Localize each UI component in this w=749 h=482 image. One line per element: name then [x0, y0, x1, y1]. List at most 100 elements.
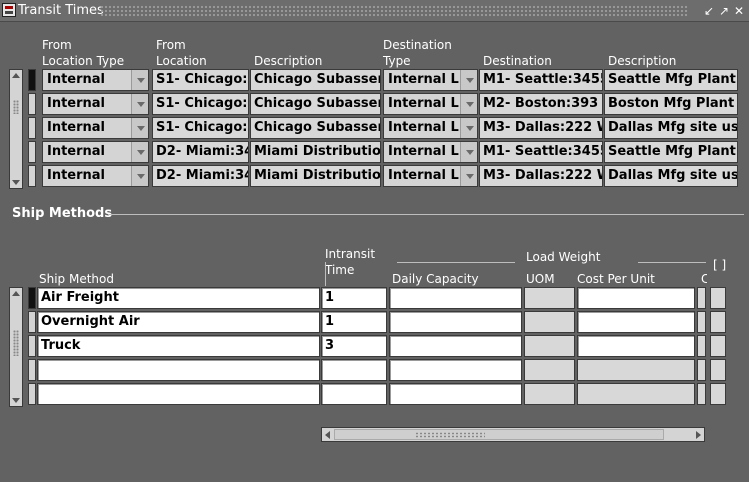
chevron-down-icon[interactable] [460, 166, 477, 186]
ship-method-field[interactable] [37, 359, 320, 381]
chevron-down-icon[interactable] [460, 70, 477, 90]
from-description-field[interactable]: Chicago Subassemb [250, 93, 381, 115]
from-location-field[interactable]: S1- Chicago:45 [152, 117, 249, 139]
row-indicator[interactable] [28, 383, 36, 405]
scroll-grip[interactable] [13, 330, 19, 356]
from-location-field[interactable]: D2- Miami:3456 [152, 141, 249, 163]
uom-field[interactable] [524, 335, 575, 357]
row-indicator[interactable] [28, 141, 36, 163]
cost-per-unit-field[interactable] [577, 311, 695, 333]
destination-type-select[interactable]: Internal L... [383, 117, 478, 139]
destination-field[interactable]: M1- Seattle:3455 10 [479, 141, 603, 163]
intransit-time-field[interactable]: 3 [321, 335, 387, 357]
destination-field[interactable]: M2- Boston:393 Ber [479, 93, 603, 115]
destination-description-field[interactable]: Seattle Mfg Plant 1 u [604, 141, 738, 163]
uom-field[interactable] [524, 311, 575, 333]
cost-per-unit-field[interactable] [577, 287, 695, 309]
daily-capacity-field[interactable] [389, 335, 522, 357]
destination-field[interactable]: M3- Dallas:222 Wes [479, 117, 603, 139]
from-location-field[interactable]: S1- Chicago:45 [152, 69, 249, 91]
from-description-field[interactable]: Miami Distribution C [250, 141, 381, 163]
ship-method-field[interactable]: Overnight Air [37, 311, 320, 333]
row-indicator[interactable] [28, 311, 36, 333]
c-field[interactable] [697, 335, 706, 357]
from-location-field[interactable]: S1- Chicago:45 [152, 93, 249, 115]
row-indicator[interactable] [28, 287, 36, 309]
transit-vertical-scrollbar[interactable] [9, 69, 23, 189]
from-location-field[interactable]: D2- Miami:3456 [152, 165, 249, 187]
destination-type-select[interactable]: Internal L... [383, 93, 478, 115]
chevron-down-icon[interactable] [460, 94, 477, 114]
ship-method-field[interactable] [37, 383, 320, 405]
scroll-down-icon[interactable] [12, 180, 20, 185]
destination-description-field[interactable]: Seattle Mfg Plant 1 u [604, 69, 738, 91]
minimize-icon[interactable]: ↙ [702, 4, 716, 18]
destination-description-field[interactable]: Dallas Mfg site used [604, 117, 738, 139]
scroll-grip[interactable] [13, 100, 19, 114]
scroll-thumb[interactable] [334, 429, 664, 440]
ship-vertical-scrollbar[interactable] [9, 287, 23, 407]
destination-type-select[interactable]: Internal L... [383, 69, 478, 91]
cost-per-unit-field[interactable] [577, 335, 695, 357]
daily-capacity-field[interactable] [389, 359, 522, 381]
ship-method-field[interactable]: Truck [37, 335, 320, 357]
daily-capacity-field[interactable] [389, 287, 522, 309]
chevron-down-icon[interactable] [131, 118, 148, 138]
destination-type-select[interactable]: Internal L... [383, 165, 478, 187]
c-field[interactable] [697, 383, 706, 405]
close-icon[interactable]: ✕ [732, 4, 746, 18]
descriptive-flexfield[interactable] [710, 383, 726, 405]
chevron-down-icon[interactable] [131, 70, 148, 90]
uom-field[interactable] [524, 383, 575, 405]
intransit-time-field[interactable]: 1 [321, 287, 387, 309]
daily-capacity-field[interactable] [389, 383, 522, 405]
descriptive-flexfield[interactable] [710, 287, 726, 309]
destination-field[interactable]: M3- Dallas:222 Wes [479, 165, 603, 187]
row-indicator[interactable] [28, 93, 36, 115]
scroll-up-icon[interactable] [12, 73, 20, 78]
row-indicator[interactable] [28, 69, 36, 91]
row-indicator[interactable] [28, 335, 36, 357]
ship-method-field[interactable]: Air Freight [37, 287, 320, 309]
chevron-down-icon[interactable] [131, 166, 148, 186]
descriptive-flexfield[interactable] [710, 359, 726, 381]
from-location-type-select[interactable]: Internal [42, 117, 149, 139]
from-description-field[interactable]: Chicago Subassemb [250, 69, 381, 91]
cost-per-unit-field[interactable] [577, 359, 695, 381]
horizontal-scrollbar[interactable] [321, 427, 705, 442]
row-indicator[interactable] [28, 117, 36, 139]
from-location-type-select[interactable]: Internal [42, 141, 149, 163]
chevron-down-icon[interactable] [131, 94, 148, 114]
c-field[interactable] [697, 311, 706, 333]
chevron-down-icon[interactable] [460, 118, 477, 138]
c-field[interactable] [697, 359, 706, 381]
destination-type-select[interactable]: Internal L... [383, 141, 478, 163]
intransit-time-field[interactable]: 1 [321, 311, 387, 333]
descriptive-flexfield[interactable] [710, 335, 726, 357]
from-location-type-select[interactable]: Internal [42, 93, 149, 115]
uom-field[interactable] [524, 359, 575, 381]
destination-description-field[interactable]: Dallas Mfg site used [604, 165, 738, 187]
chevron-down-icon[interactable] [131, 142, 148, 162]
from-description-field[interactable]: Chicago Subassemb [250, 117, 381, 139]
row-indicator[interactable] [28, 359, 36, 381]
descriptive-flexfield[interactable] [710, 311, 726, 333]
intransit-time-field[interactable] [321, 359, 387, 381]
scroll-down-icon[interactable] [12, 398, 20, 403]
c-field[interactable] [697, 287, 706, 309]
from-description-field[interactable]: Miami Distribution C [250, 165, 381, 187]
destination-field[interactable]: M1- Seattle:3455 10 [479, 69, 603, 91]
daily-capacity-field[interactable] [389, 311, 522, 333]
from-location-type-select[interactable]: Internal [42, 69, 149, 91]
scroll-right-icon[interactable] [696, 431, 701, 439]
intransit-time-field[interactable] [321, 383, 387, 405]
row-indicator[interactable] [28, 165, 36, 187]
cost-per-unit-field[interactable] [577, 383, 695, 405]
scroll-left-icon[interactable] [325, 431, 330, 439]
destination-description-field[interactable]: Boston Mfg Plant 2 u [604, 93, 738, 115]
from-location-type-select[interactable]: Internal [42, 165, 149, 187]
scroll-up-icon[interactable] [12, 291, 20, 296]
uom-field[interactable] [524, 287, 575, 309]
chevron-down-icon[interactable] [460, 142, 477, 162]
maximize-icon[interactable]: ↗ [717, 4, 731, 18]
